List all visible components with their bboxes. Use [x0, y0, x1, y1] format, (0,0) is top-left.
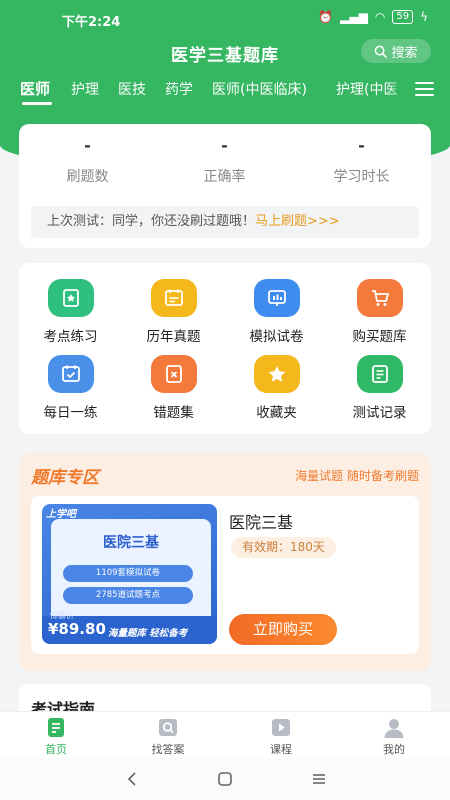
star-icon — [253, 355, 300, 393]
cover-title: 医院三基 — [103, 535, 159, 551]
stat-value: - — [358, 136, 365, 155]
battery-icon: 59 — [392, 10, 414, 24]
feature-label: 考点练习 — [43, 329, 98, 345]
tab-nursing[interactable]: 护理 — [71, 79, 99, 99]
nav-label: 找答案 — [151, 743, 185, 756]
feature-daily-practice[interactable]: 每日一练 — [19, 355, 122, 421]
nav-label: 我的 — [383, 743, 405, 756]
category-tabs: 医师 护理 医技 药学 医师(中医临床) 护理(中医 — [0, 77, 450, 105]
home-button-icon[interactable] — [216, 770, 234, 788]
nav-courses[interactable]: 课程 — [225, 717, 337, 757]
star-book-icon — [47, 279, 94, 317]
cover-brand-logo: 上学吧 — [46, 509, 76, 520]
nav-find-answer[interactable]: 找答案 — [112, 717, 224, 757]
tab-tcm-doctor[interactable]: 医师(中医临床) — [212, 79, 307, 99]
status-time: 下午2:24 — [62, 15, 121, 30]
feature-buy-bank[interactable]: 购买题库 — [328, 279, 431, 345]
wifi-icon: ◠ — [374, 10, 386, 24]
feature-test-records[interactable]: 测试记录 — [328, 355, 431, 421]
back-icon[interactable] — [124, 770, 142, 788]
nav-mine[interactable]: 我的 — [338, 717, 450, 757]
feature-label: 购买题库 — [352, 329, 407, 345]
charging-icon: ϟ — [420, 10, 428, 24]
stat-study-time: - 学习时长 — [293, 136, 430, 186]
cover-panel: 医院三基 1109套模拟试卷 2785道试题考点 — [51, 519, 211, 631]
tab-fade — [388, 77, 412, 103]
stat-label: 学习时长 — [333, 169, 390, 185]
feature-wrong-questions[interactable]: 错题集 — [122, 355, 225, 421]
feature-label: 历年真题 — [146, 329, 201, 345]
stat-value: - — [221, 136, 228, 155]
feature-label: 模拟试卷 — [249, 329, 304, 345]
signal-icon: ▂▄▆ — [340, 10, 368, 24]
question-bank-zone: 题库专区 海量试题 随时备考刷题 上学吧 医院三基 1109套模拟试卷 2785… — [19, 453, 431, 671]
app-header: 医学三基题库 搜索 — [0, 38, 450, 66]
cover-pill: 1109套模拟试卷 — [63, 565, 193, 582]
tab-doctor[interactable]: 医师 — [20, 78, 50, 99]
feature-label: 错题集 — [153, 405, 194, 421]
feature-favorites[interactable]: 收藏夹 — [225, 355, 328, 421]
last-test-text: 上次测试：同学，你还没刷过题哦！ — [47, 214, 256, 229]
buy-now-button[interactable]: 立即购买 — [229, 614, 337, 645]
zone-title: 题库专区 — [31, 468, 99, 488]
find-answer-icon — [159, 719, 177, 736]
status-icons: ⏰ ▂▄▆ ◠ 59 ϟ — [318, 10, 428, 24]
search-button[interactable]: 搜索 — [361, 39, 431, 63]
alarm-icon: ⏰ — [318, 10, 334, 24]
search-label: 搜索 — [391, 45, 418, 61]
menu-icon[interactable] — [415, 82, 434, 97]
start-practice-link[interactable]: 马上刷题>>> — [255, 214, 340, 229]
feature-label: 每日一练 — [43, 405, 98, 421]
cart-icon — [356, 279, 403, 317]
feature-label: 测试记录 — [352, 405, 407, 421]
feature-topic-practice[interactable]: 考点练习 — [19, 279, 122, 345]
nav-label: 课程 — [270, 743, 292, 756]
cover-slogan: 海量题库 轻松备考 — [108, 628, 188, 639]
document-icon — [356, 355, 403, 393]
stat-accuracy: - 正确率 — [156, 136, 293, 186]
nav-home[interactable]: 首页 — [0, 717, 112, 757]
play-course-icon — [272, 719, 290, 736]
feature-grid: 考点练习 历年真题 模拟试卷 购买题库 每日一练 错题集 收藏夹 测试记录 — [19, 263, 431, 434]
home-doc-icon — [48, 718, 64, 737]
product-cover-image: 上学吧 医院三基 1109套模拟试卷 2785道试题考点 惊喜价 ¥89.80 … — [42, 504, 217, 644]
feature-past-exams[interactable]: 历年真题 — [122, 279, 225, 345]
zone-subtitle: 海量试题 随时备考刷题 — [295, 469, 419, 483]
nav-label: 首页 — [45, 743, 67, 756]
status-bar: 下午2:24 ⏰ ▂▄▆ ◠ 59 ϟ — [0, 0, 450, 38]
cover-pill: 2785道试题考点 — [63, 587, 193, 604]
product-name: 医院三基 — [229, 513, 294, 532]
tab-pharmacy[interactable]: 药学 — [165, 79, 193, 99]
active-tab-indicator — [22, 102, 52, 105]
last-test-banner[interactable]: 上次测试：同学，你还没刷过题哦！马上刷题>>> — [31, 206, 419, 238]
feature-mock-exam[interactable]: 模拟试卷 — [225, 279, 328, 345]
bottom-nav: 首页 找答案 课程 我的 — [0, 711, 450, 758]
calendar-paper-icon — [150, 279, 197, 317]
system-navigation-bar — [0, 758, 450, 800]
search-icon — [375, 45, 388, 58]
feature-label: 收藏夹 — [256, 405, 297, 421]
calendar-check-icon — [47, 355, 94, 393]
validity-badge: 有效期：180天 — [231, 537, 336, 558]
wrong-folder-icon — [150, 355, 197, 393]
tab-medical-tech[interactable]: 医技 — [118, 79, 146, 99]
cover-price: ¥89.80 — [48, 620, 106, 638]
user-icon — [384, 719, 404, 738]
stat-label: 正确率 — [203, 169, 246, 185]
stat-questions: - 刷题数 — [19, 136, 156, 186]
stat-label: 刷题数 — [66, 169, 109, 185]
product-card[interactable]: 上学吧 医院三基 1109套模拟试卷 2785道试题考点 惊喜价 ¥89.80 … — [31, 496, 419, 654]
stat-value: - — [84, 136, 91, 155]
stats-card: - 刷题数 - 正确率 - 学习时长 上次测试：同学，你还没刷过题哦！马上刷题>… — [19, 124, 431, 248]
recents-menu-icon[interactable] — [310, 770, 328, 788]
chart-board-icon — [253, 279, 300, 317]
